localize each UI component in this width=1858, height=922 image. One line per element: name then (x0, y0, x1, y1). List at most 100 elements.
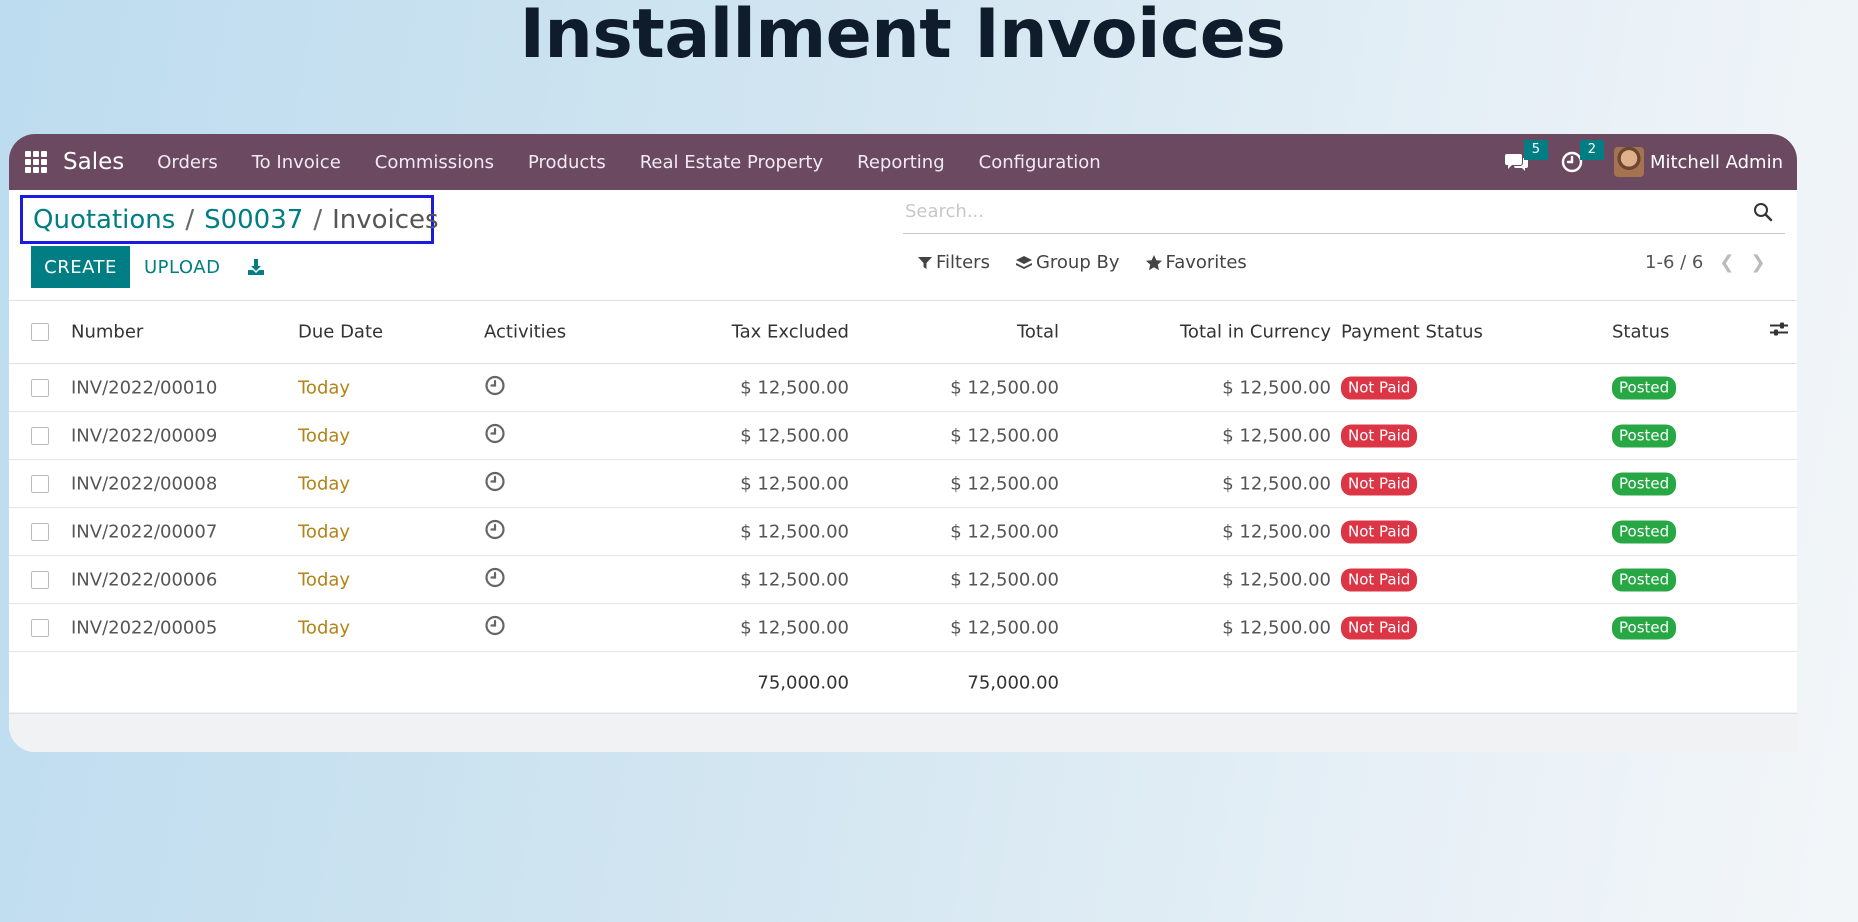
header-tax-excluded[interactable]: Tax Excluded (732, 322, 849, 343)
pager-previous-icon[interactable]: ❮ (1719, 252, 1734, 273)
total: $ 12,500.00 (950, 521, 1059, 542)
header-total-in-currency[interactable]: Total in Currency (1180, 322, 1331, 343)
nav-item-configuration[interactable]: Configuration (979, 152, 1101, 173)
row-checkbox[interactable] (31, 474, 49, 493)
table-footer: 75,000.00 75,000.00 (9, 652, 1797, 714)
payment-status-text: Not Paid (1341, 616, 1418, 639)
row-checkbox[interactable] (31, 570, 49, 589)
invoice-table: Number Due Date Activities Tax Excluded … (9, 300, 1797, 714)
payment-status-text: Not Paid (1341, 472, 1418, 495)
activities-button[interactable]: 2 (1560, 140, 1604, 174)
search-options: Filters Group By Favorites (917, 252, 1272, 273)
header-number[interactable]: Number (71, 322, 143, 343)
breadcrumb-current: Invoices (332, 204, 439, 235)
download-icon (248, 259, 264, 275)
activity-clock-icon[interactable] (484, 518, 506, 545)
activity-clock-icon[interactable] (484, 470, 506, 497)
status-badge: Posted (1612, 376, 1677, 399)
upload-button[interactable]: UPLOAD (144, 246, 220, 288)
status-badge: Posted (1612, 616, 1677, 639)
apps-grid-icon[interactable] (25, 151, 47, 173)
status-text: Posted (1612, 472, 1677, 495)
group-by-dropdown[interactable]: Group By (1015, 252, 1120, 273)
download-button[interactable] (247, 246, 265, 288)
favorites-dropdown[interactable]: Favorites (1145, 252, 1247, 273)
activity-clock-icon[interactable] (484, 422, 506, 449)
table-row[interactable]: INV/2022/00006 Today $ 12,500.00 $ 12,500.0… (9, 556, 1797, 604)
optional-columns-icon[interactable] (1769, 321, 1789, 344)
tax-excluded: $ 12,500.00 (740, 569, 849, 590)
top-navbar: Sales Orders To Invoice Commissions Prod… (9, 134, 1797, 190)
total-in-currency: $ 12,500.00 (1222, 377, 1331, 398)
total: $ 12,500.00 (950, 425, 1059, 446)
due-date: Today (298, 569, 351, 590)
table-row[interactable]: INV/2022/00008 Today $ 12,500.00 $ 12,500.0… (9, 460, 1797, 508)
status-badge: Posted (1612, 520, 1677, 543)
nav-item-orders[interactable]: Orders (157, 152, 218, 173)
header-total[interactable]: Total (1017, 322, 1059, 343)
activity-clock-icon[interactable] (484, 566, 506, 593)
total-in-currency: $ 12,500.00 (1222, 617, 1331, 638)
app-brand[interactable]: Sales (63, 149, 124, 175)
pager-value[interactable]: 1-6 / 6 (1645, 252, 1703, 273)
breadcrumb-separator: / (185, 204, 195, 235)
tax-excluded: $ 12,500.00 (740, 425, 849, 446)
nav-item-real-estate-property[interactable]: Real Estate Property (640, 152, 823, 173)
star-icon (1145, 254, 1162, 270)
table-row[interactable]: INV/2022/00005 Today $ 12,500.00 $ 12,500.0… (9, 604, 1797, 652)
pager: 1-6 / 6 ❮ ❯ (1645, 252, 1766, 273)
header-due-date[interactable]: Due Date (298, 322, 383, 343)
tax-excluded: $ 12,500.00 (740, 617, 849, 638)
nav-item-to-invoice[interactable]: To Invoice (252, 152, 341, 173)
create-button[interactable]: CREATE (31, 246, 130, 288)
breadcrumb-order[interactable]: S00037 (204, 205, 303, 235)
row-checkbox[interactable] (31, 426, 49, 445)
pager-next-icon[interactable]: ❯ (1750, 252, 1765, 273)
table-header: Number Due Date Activities Tax Excluded … (9, 300, 1797, 364)
nav-item-reporting[interactable]: Reporting (857, 152, 945, 173)
breadcrumb-quotations[interactable]: Quotations (33, 205, 175, 235)
table-row[interactable]: INV/2022/00010 Today $ 12,500.00 $ 12,500.0… (9, 364, 1797, 412)
filters-dropdown[interactable]: Filters (917, 252, 990, 273)
select-all-checkbox[interactable] (31, 323, 49, 341)
filter-icon (918, 256, 932, 269)
activities-count-badge: 2 (1579, 140, 1604, 160)
footer-total-total: 75,000.00 (967, 672, 1059, 693)
nav-item-commissions[interactable]: Commissions (375, 152, 494, 173)
nav-item-products[interactable]: Products (528, 152, 606, 173)
status-text: Posted (1612, 424, 1677, 447)
total-in-currency: $ 12,500.00 (1222, 473, 1331, 494)
payment-status-badge: Not Paid (1341, 520, 1418, 543)
total: $ 12,500.00 (950, 617, 1059, 638)
due-date: Today (298, 473, 351, 494)
table-row[interactable]: INV/2022/00009 Today $ 12,500.00 $ 12,500.0… (9, 412, 1797, 460)
header-payment-status[interactable]: Payment Status (1341, 322, 1483, 343)
tax-excluded: $ 12,500.00 (740, 521, 849, 542)
payment-status-text: Not Paid (1341, 424, 1418, 447)
payment-status-text: Not Paid (1341, 376, 1418, 399)
row-checkbox[interactable] (31, 522, 49, 541)
status-badge: Posted (1612, 472, 1677, 495)
row-checkbox[interactable] (31, 378, 49, 397)
messages-button[interactable]: 5 (1504, 140, 1548, 174)
table-row[interactable]: INV/2022/00007 Today $ 12,500.00 $ 12,500.0… (9, 508, 1797, 556)
page-heading: Installment Invoices (519, 0, 1286, 74)
breadcrumb-separator: / (313, 204, 323, 235)
row-checkbox[interactable] (31, 618, 49, 637)
payment-status-badge: Not Paid (1341, 568, 1418, 591)
header-status[interactable]: Status (1612, 322, 1669, 343)
user-avatar[interactable] (1613, 147, 1644, 177)
search-icon[interactable] (1751, 200, 1775, 224)
search-input[interactable] (903, 201, 1751, 222)
user-menu[interactable]: Mitchell Admin (1650, 152, 1783, 173)
tax-excluded: $ 12,500.00 (740, 377, 849, 398)
due-date: Today (298, 377, 351, 398)
payment-status-badge: Not Paid (1341, 376, 1418, 399)
header-activities[interactable]: Activities (484, 322, 566, 343)
payment-status-badge: Not Paid (1341, 616, 1418, 639)
invoice-number: INV/2022/00009 (71, 425, 218, 446)
total: $ 12,500.00 (950, 569, 1059, 590)
activity-clock-icon[interactable] (484, 614, 506, 641)
activity-clock-icon[interactable] (484, 374, 506, 401)
total-in-currency: $ 12,500.00 (1222, 521, 1331, 542)
